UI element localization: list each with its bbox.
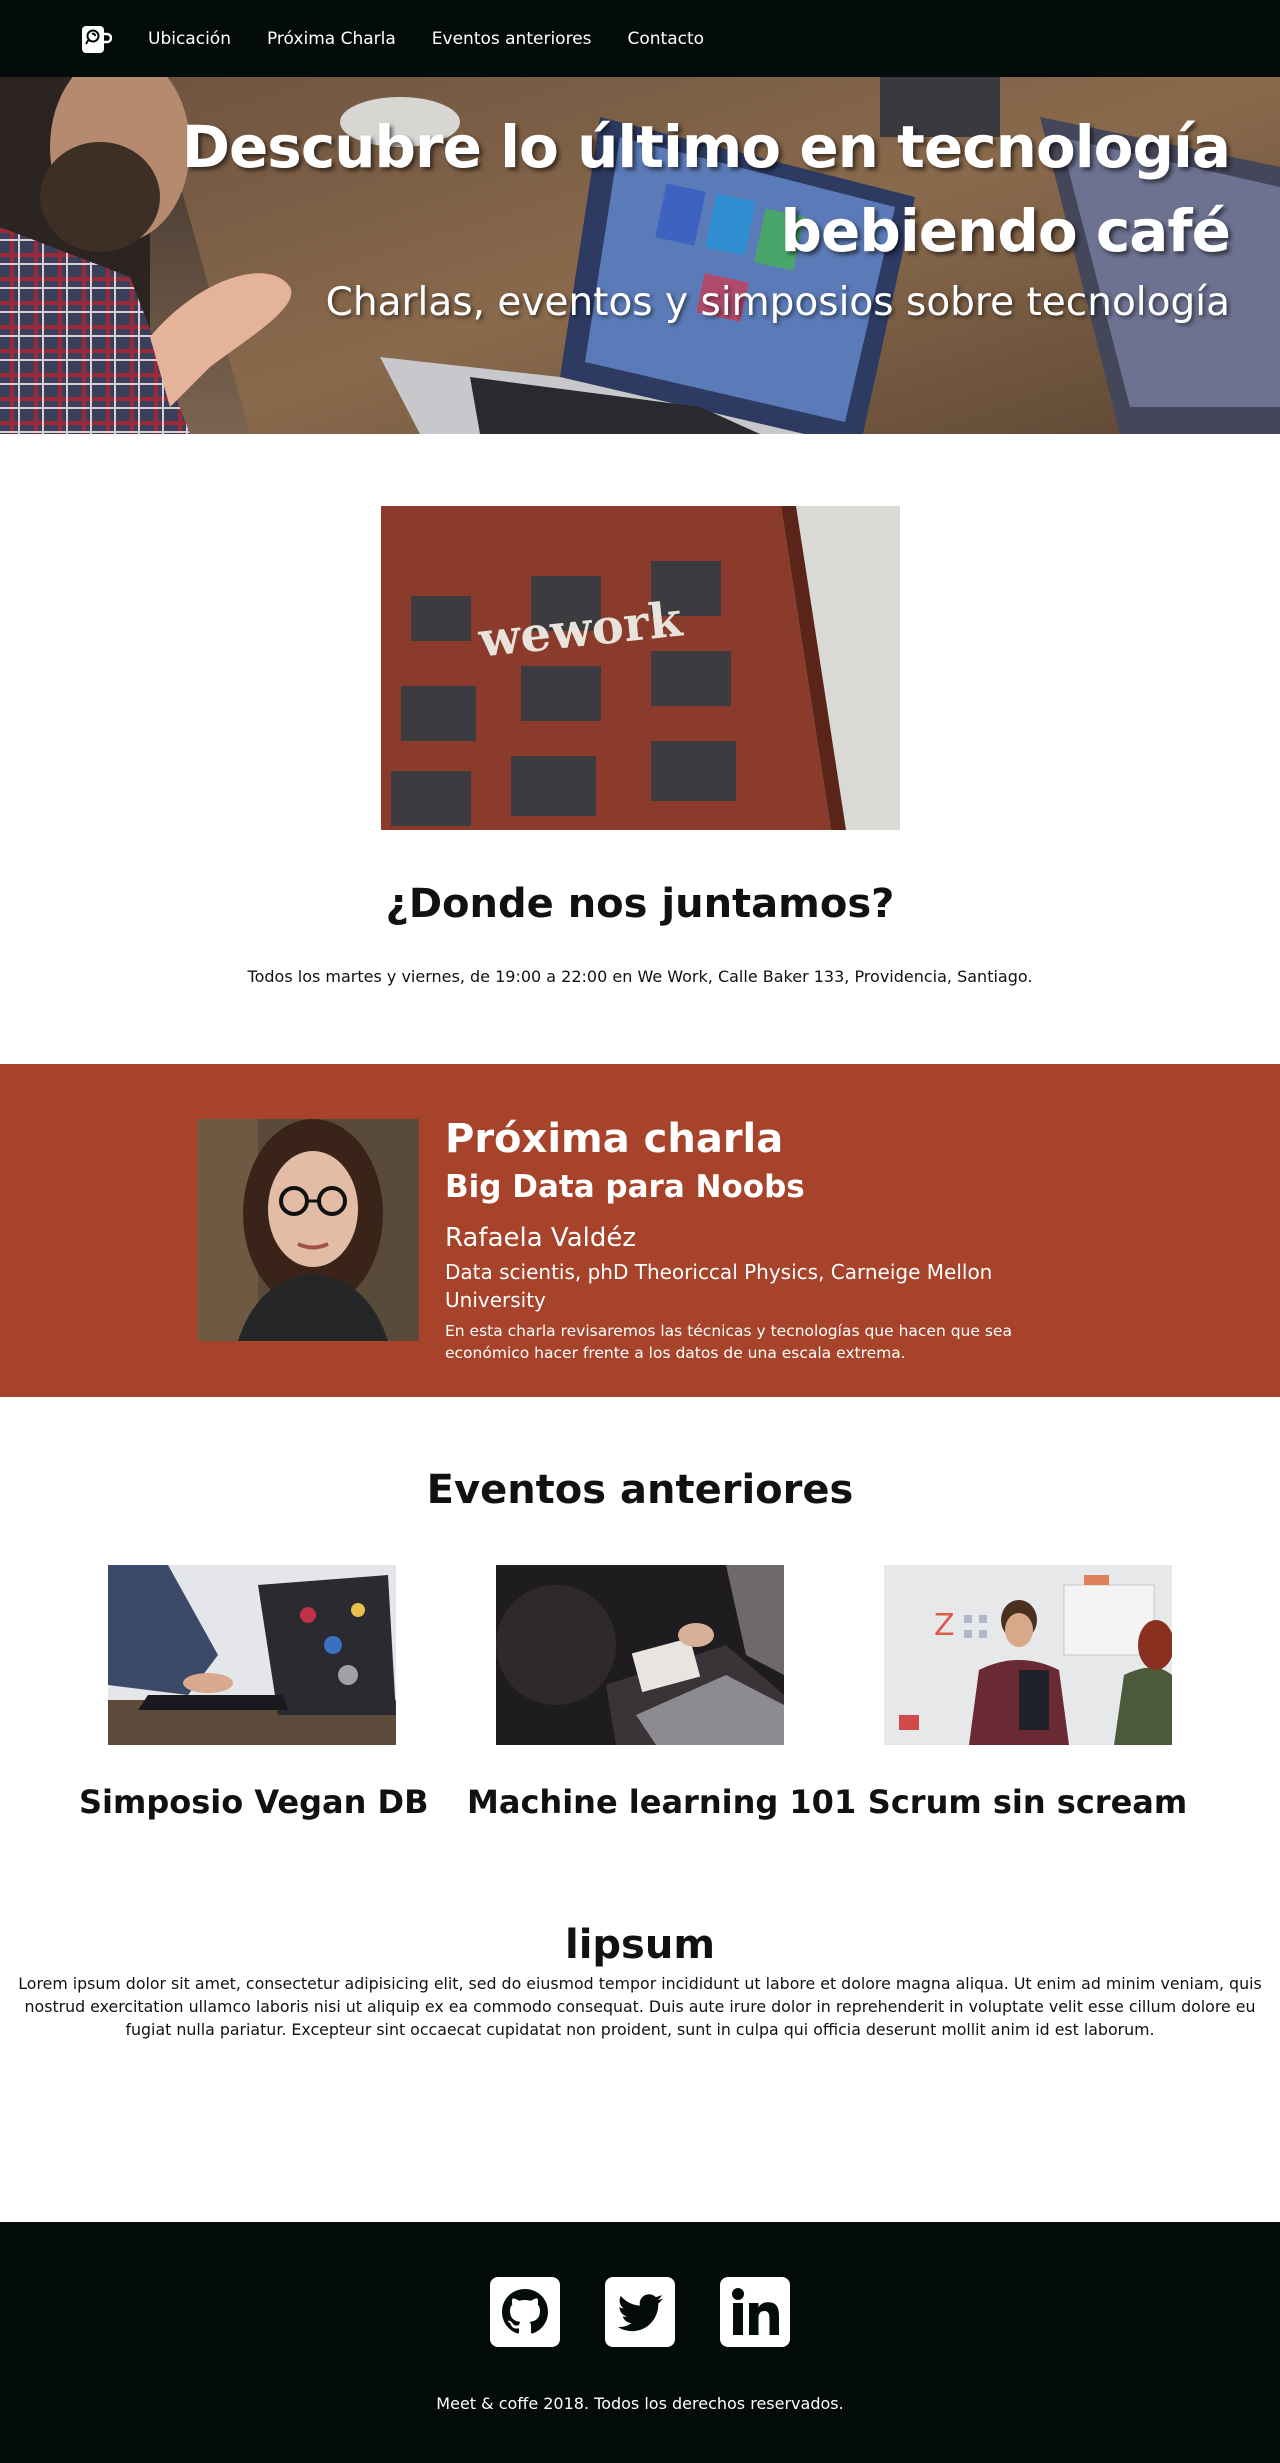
twitter-icon[interactable]: [605, 2277, 675, 2347]
event-card[interactable]: Machine learning 101: [467, 1565, 857, 1821]
hero-banner: Descubre lo último en tecnología bebiend…: [0, 77, 1280, 434]
event-name: Scrum sin scream: [867, 1783, 1188, 1821]
svg-text:Z: Z: [934, 1608, 955, 1643]
talk-description: En esta charla revisaremos las técnicas …: [445, 1322, 1012, 1362]
github-icon[interactable]: [490, 2277, 560, 2347]
wework-building-photo: wework: [381, 506, 900, 830]
event-thumbnail: [107, 1565, 396, 1745]
lipsum-text: Lorem ipsum dolor sit amet, consectetur …: [18, 1974, 1262, 2039]
speaker-name: Rafaela Valdéz: [445, 1223, 637, 1253]
linkedin-icon[interactable]: [720, 2277, 790, 2347]
lipsum-title: lipsum: [564, 1922, 716, 1968]
speaker-portrait: [198, 1119, 419, 1341]
nav-link-ubicacion[interactable]: Ubicación: [148, 29, 231, 49]
event-name: Simposio Vegan DB: [79, 1783, 429, 1821]
speaker-credentials: Data scientis, phD Theoriccal Physics, C…: [445, 1260, 993, 1312]
nav-link-proxima-charla[interactable]: Próxima Charla: [267, 29, 396, 49]
event-card[interactable]: Simposio Vegan DB: [79, 1565, 429, 1821]
nav-link-contacto[interactable]: Contacto: [628, 29, 705, 49]
next-talk-section: Próxima charla Big Data para Noobs Rafae…: [0, 1064, 1280, 1397]
nav-link-eventos-anteriores[interactable]: Eventos anteriores: [432, 29, 592, 49]
next-talk-info: Próxima charla Big Data para Noobs Rafae…: [445, 1112, 1085, 1364]
coffee-mug-icon[interactable]: [80, 23, 112, 55]
next-talk-title: Big Data para Noobs: [445, 1169, 805, 1205]
lipsum-section: lipsum Lorem ipsum dolor sit amet, conse…: [0, 1922, 1280, 2222]
event-name: Machine learning 101: [467, 1783, 857, 1821]
hero-title-line2: bebiendo café: [780, 197, 1231, 265]
location-title: ¿Donde nos juntamos?: [385, 881, 895, 927]
event-card[interactable]: Z Scrum sin scream: [855, 1565, 1200, 1821]
location-section: wework ¿Donde nos juntamos? Todos los ma…: [0, 434, 1280, 1064]
next-talk-heading: Próxima charla: [445, 1116, 784, 1162]
location-text: Todos los martes y viernes, de 19:00 a 2…: [247, 967, 1033, 986]
social-icons: [0, 2277, 1280, 2347]
hero-text: Descubre lo último en tecnología bebiend…: [181, 105, 1231, 333]
top-navbar: Ubicación Próxima Charla Eventos anterio…: [0, 0, 1280, 77]
hero-title-line1: Descubre lo último en tecnología: [181, 113, 1231, 181]
footer-copyright: Meet & coffe 2018. Todos los derechos re…: [436, 2394, 844, 2413]
hero-title: Descubre lo último en tecnología bebiend…: [181, 105, 1231, 273]
past-events-section: Eventos anteriores Simposio Vegan DB Mac…: [0, 1397, 1280, 1922]
past-events-title: Eventos anteriores: [426, 1467, 854, 1513]
event-thumbnail: [495, 1565, 784, 1745]
event-thumbnail: Z: [883, 1565, 1172, 1745]
hero-subtitle: Charlas, eventos y simposios sobre tecno…: [325, 280, 1230, 325]
footer: Meet & coffe 2018. Todos los derechos re…: [0, 2222, 1280, 2463]
